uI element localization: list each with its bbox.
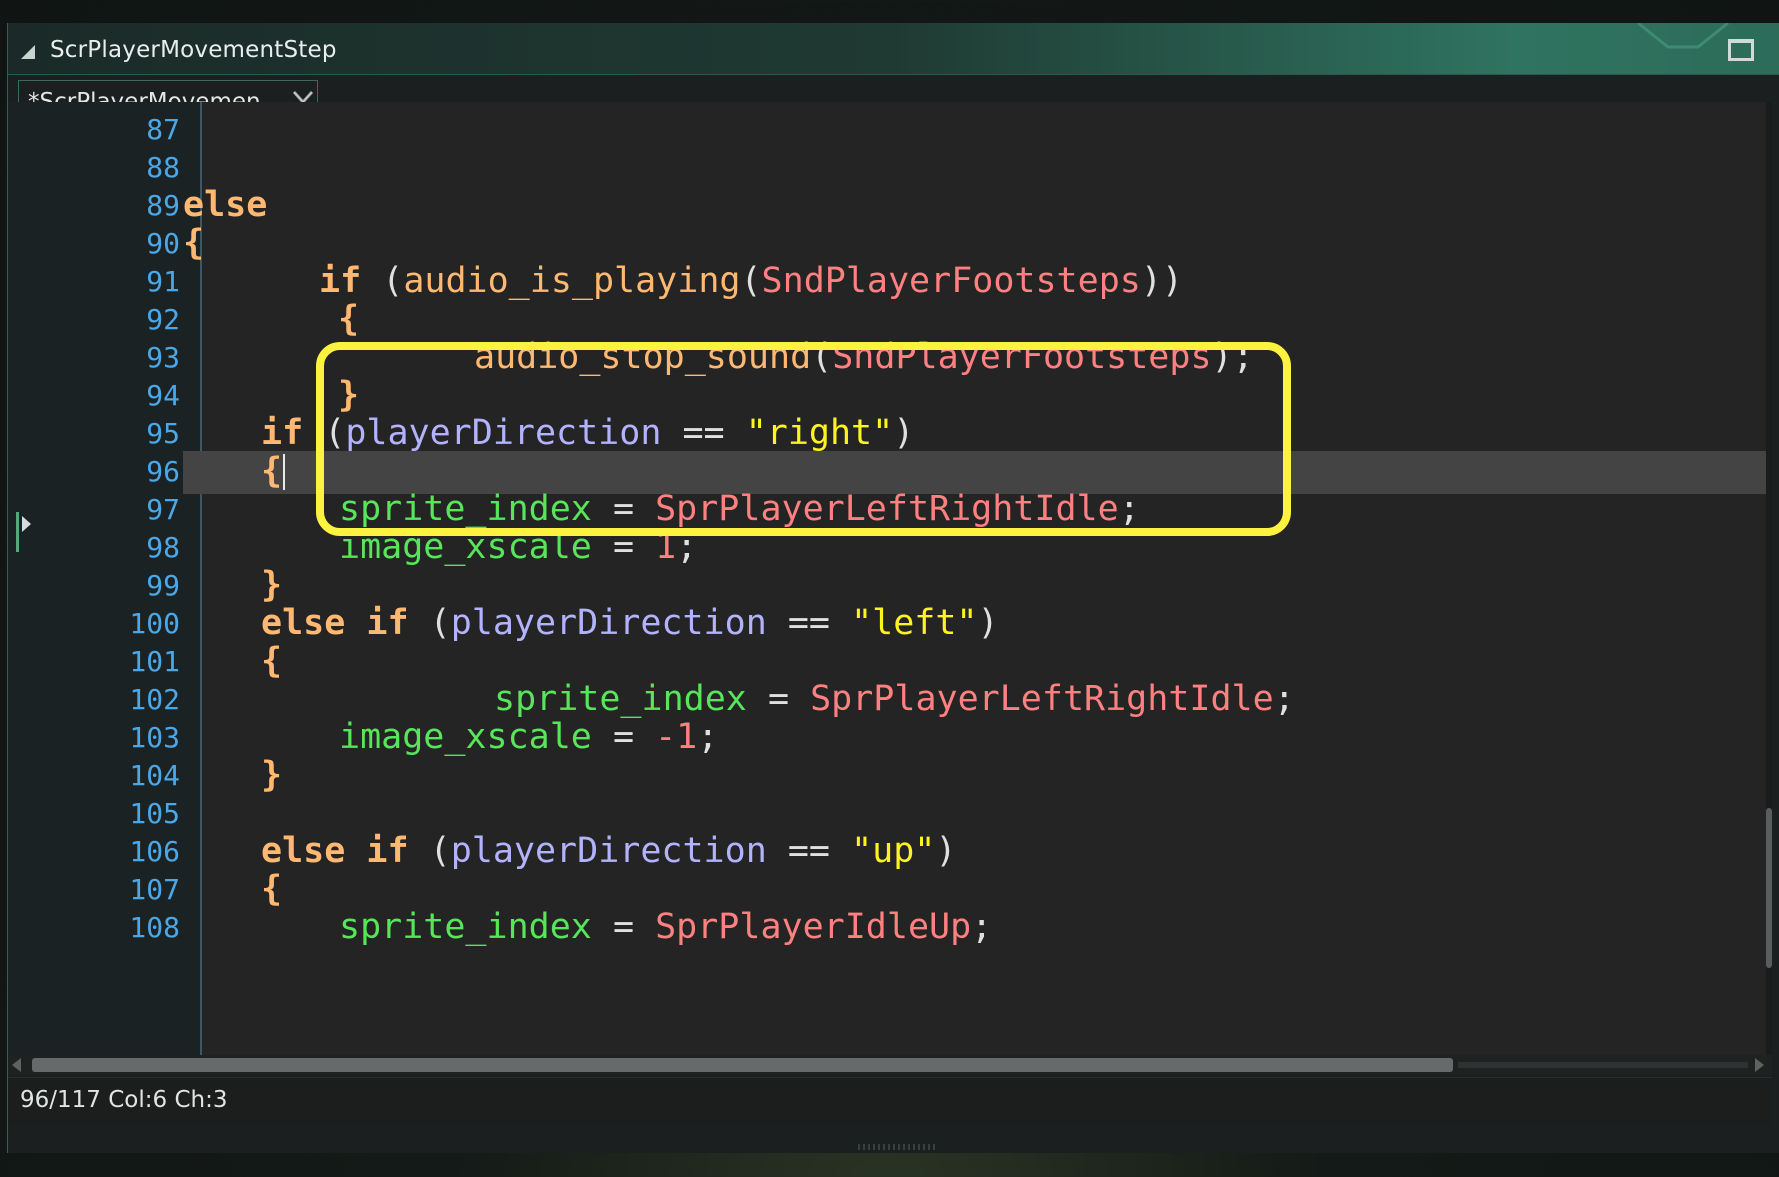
code-line[interactable]: 100 else if (playerDirection == "left") — [8, 603, 1772, 646]
window-titlebar[interactable]: ScrPlayerMovementStep — [8, 23, 1779, 75]
code-line[interactable]: 103 image_xscale = -1; — [8, 717, 1772, 760]
code-text: else — [183, 185, 268, 225]
horizontal-scrollbar[interactable] — [8, 1055, 1772, 1075]
code-text: image_xscale = -1; — [339, 717, 719, 757]
line-number: 92 — [146, 303, 180, 336]
code-line[interactable]: 93 audio_stop_sound(SndPlayerFootsteps); — [8, 337, 1772, 380]
code-text: { — [338, 299, 360, 339]
line-number: 108 — [129, 911, 180, 944]
code-text: { — [261, 451, 286, 491]
code-line[interactable]: 89 else — [8, 185, 1772, 228]
code-line[interactable]: 94 } — [8, 375, 1772, 418]
code-text: if (playerDirection == "right") — [261, 413, 915, 453]
text-caret — [283, 454, 286, 490]
code-text: image_xscale = 1; — [339, 527, 698, 567]
cursor-position-status: 96/117 Col:6 Ch:3 — [20, 1087, 228, 1113]
line-number: 98 — [146, 531, 180, 564]
line-number: 93 — [146, 341, 180, 374]
code-line[interactable]: 108 sprite_index = SprPlayerIdleUp; — [8, 907, 1772, 950]
code-text: sprite_index = SprPlayerLeftRightIdle; — [339, 489, 1140, 529]
status-bar: 96/117 Col:6 Ch:3 — [8, 1077, 1772, 1126]
line-number: 88 — [146, 151, 180, 184]
code-line[interactable]: 105 — [8, 793, 1772, 836]
code-line[interactable]: 92 { — [8, 299, 1772, 342]
vertical-scrollbar-thumb[interactable] — [1766, 808, 1772, 968]
current-line-highlight — [183, 451, 1772, 494]
code-text: { — [261, 869, 283, 909]
code-line[interactable]: 101 { — [8, 641, 1772, 684]
scroll-left-icon[interactable] — [12, 1058, 21, 1072]
line-number: 95 — [146, 417, 180, 450]
code-line[interactable]: 98 image_xscale = 1; — [8, 527, 1772, 570]
titlebar-notch-decoration — [1638, 23, 1729, 49]
line-number: 91 — [146, 265, 180, 298]
code-line[interactable]: 95 if (playerDirection == "right") — [8, 413, 1772, 456]
code-text: audio_stop_sound(SndPlayerFootsteps); — [474, 337, 1254, 377]
line-number: 100 — [129, 607, 180, 640]
code-text: { — [183, 223, 205, 263]
line-number: 94 — [146, 379, 180, 412]
code-editor[interactable]: 87 88 89 else 90 { 91 if (audio_is_playi… — [8, 102, 1772, 1055]
line-number: 102 — [129, 683, 180, 716]
code-text: } — [261, 565, 283, 605]
line-number: 107 — [129, 873, 180, 906]
line-number: 89 — [146, 189, 180, 222]
horizontal-scrollbar-track[interactable] — [1458, 1062, 1748, 1068]
code-text: if (audio_is_playing(SndPlayerFootsteps)… — [319, 261, 1183, 301]
code-line[interactable]: 99 } — [8, 565, 1772, 608]
code-line[interactable]: 106 else if (playerDirection == "up") — [8, 831, 1772, 874]
line-number: 104 — [129, 759, 180, 792]
maximize-icon[interactable] — [1728, 39, 1754, 61]
code-line[interactable]: 87 — [8, 109, 1772, 152]
window-title: ScrPlayerMovementStep — [50, 37, 337, 63]
current-code-line[interactable]: 96 { — [8, 451, 1772, 494]
line-number: 99 — [146, 569, 180, 602]
line-number: 87 — [146, 113, 180, 146]
code-line[interactable]: 88 — [8, 147, 1772, 190]
code-text: else if (playerDirection == "up") — [261, 831, 957, 871]
line-number: 97 — [146, 493, 180, 526]
code-text: } — [338, 375, 360, 415]
line-number: 101 — [129, 645, 180, 678]
line-number: 105 — [129, 797, 180, 830]
code-line[interactable]: 91 if (audio_is_playing(SndPlayerFootste… — [8, 261, 1772, 304]
code-line[interactable]: 104 } — [8, 755, 1772, 798]
code-text: sprite_index = SprPlayerIdleUp; — [339, 907, 993, 947]
scroll-right-icon[interactable] — [1755, 1058, 1764, 1072]
code-line[interactable]: 102 sprite_index = SprPlayerLeftRightIdl… — [8, 679, 1772, 722]
line-number: 103 — [129, 721, 180, 754]
line-number: 106 — [129, 835, 180, 868]
code-line[interactable]: 97 sprite_index = SprPlayerLeftRightIdle… — [8, 489, 1772, 532]
code-text: } — [261, 755, 283, 795]
code-line[interactable]: 90 { — [8, 223, 1772, 266]
code-text: else if (playerDirection == "left") — [261, 603, 999, 643]
resize-grip-icon[interactable] — [858, 1144, 938, 1150]
code-line[interactable]: 107 { — [8, 869, 1772, 912]
horizontal-scrollbar-thumb[interactable] — [32, 1058, 1453, 1072]
code-text: sprite_index = SprPlayerLeftRightIdle; — [494, 679, 1295, 719]
line-number: 96 — [146, 455, 180, 488]
line-number: 90 — [146, 227, 180, 260]
triangle-corner-icon — [21, 45, 35, 59]
code-text: { — [261, 641, 283, 681]
